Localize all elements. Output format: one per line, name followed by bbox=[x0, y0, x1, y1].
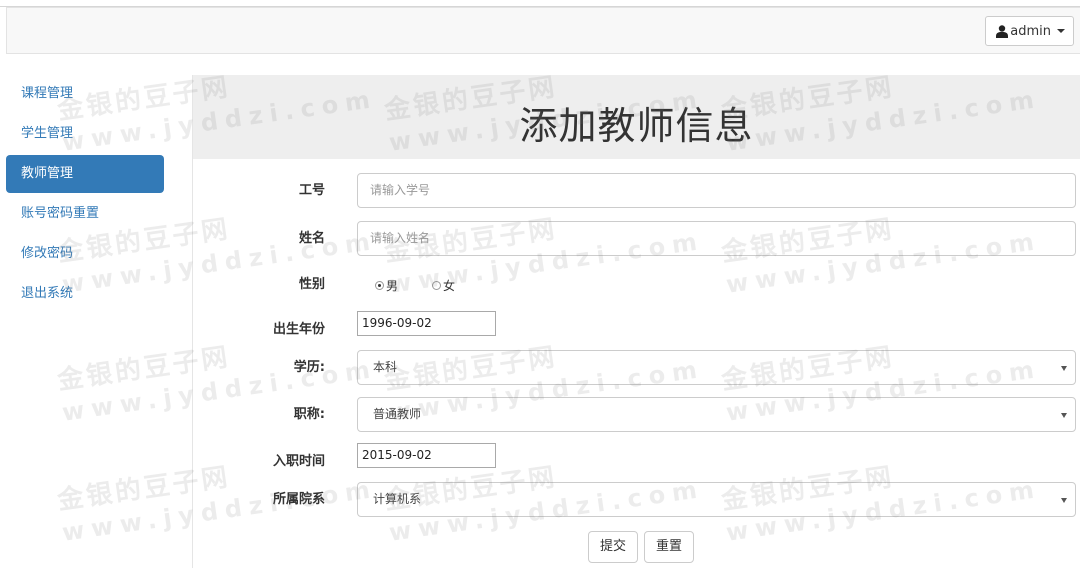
gender-radio-group: 男 女 bbox=[375, 267, 455, 303]
gender-female-radio[interactable] bbox=[432, 280, 442, 290]
form-row-birth: 出生年份 1996-09-02 bbox=[193, 311, 1080, 347]
name-label: 姓名 bbox=[298, 231, 325, 246]
form-row-name: 姓名 请输入姓名 bbox=[193, 221, 1080, 257]
user-menu-label: admin bbox=[1010, 23, 1051, 39]
sidebar-item-course[interactable]: 课程管理 bbox=[6, 75, 164, 113]
sidebar-item-teacher[interactable]: 教师管理 bbox=[6, 155, 164, 193]
gender-label: 性别 bbox=[298, 277, 325, 292]
form-row-id: 工号 请输入学号 bbox=[193, 173, 1080, 209]
sidebar-item-reset-password[interactable]: 账号密码重置 bbox=[6, 195, 164, 233]
id-input[interactable]: 请输入学号 bbox=[357, 173, 1076, 208]
title-select-value: 普通教师 bbox=[373, 407, 422, 421]
form-row-gender: 性别 男 女 bbox=[193, 267, 1080, 303]
submit-button[interactable]: 提交 bbox=[588, 531, 639, 563]
name-input[interactable]: 请输入姓名 bbox=[357, 221, 1076, 256]
title-select[interactable]: 普通教师 bbox=[357, 397, 1076, 432]
sidebar-item-change-password[interactable]: 修改密码 bbox=[6, 235, 164, 273]
hire-label: 入职时间 bbox=[272, 454, 325, 469]
caret-down-icon bbox=[1057, 29, 1065, 33]
top-border bbox=[0, 0, 1080, 7]
sidebar-item-student[interactable]: 学生管理 bbox=[6, 115, 164, 153]
education-label: 学历: bbox=[293, 360, 325, 375]
hire-date-input[interactable]: 2015-09-02 bbox=[357, 443, 496, 468]
education-select[interactable]: 本科 bbox=[357, 350, 1076, 385]
form-row-education: 学历: 本科 bbox=[193, 350, 1080, 386]
form-row-title: 职称: 普通教师 bbox=[193, 397, 1080, 433]
dropdown-arrow-icon bbox=[1061, 366, 1067, 371]
form-row-dept: 所属院系 计算机系 bbox=[193, 482, 1080, 518]
dept-select[interactable]: 计算机系 bbox=[357, 482, 1076, 517]
sidebar-item-logout[interactable]: 退出系统 bbox=[6, 275, 164, 313]
id-label: 工号 bbox=[298, 183, 325, 198]
form-actions: 提交 重置 bbox=[193, 531, 1080, 567]
form-row-hire: 入职时间 2015-09-02 bbox=[193, 443, 1080, 479]
dropdown-arrow-icon bbox=[1061, 498, 1067, 503]
user-icon bbox=[996, 24, 1009, 38]
dropdown-arrow-icon bbox=[1061, 413, 1067, 418]
top-navbar: admin bbox=[6, 7, 1080, 54]
birth-date-input[interactable]: 1996-09-02 bbox=[357, 311, 496, 336]
dept-label: 所属院系 bbox=[272, 492, 325, 507]
dept-select-value: 计算机系 bbox=[373, 492, 422, 506]
birth-label: 出生年份 bbox=[272, 322, 325, 337]
page-header: 添加教师信息 bbox=[193, 75, 1080, 159]
page-title: 添加教师信息 bbox=[519, 104, 754, 148]
education-select-value: 本科 bbox=[373, 360, 398, 374]
reset-button[interactable]: 重置 bbox=[644, 531, 695, 563]
gender-male-label: 男 bbox=[386, 278, 399, 293]
gender-female-label: 女 bbox=[443, 278, 456, 293]
title-label: 职称: bbox=[293, 407, 325, 422]
gender-male-radio[interactable] bbox=[375, 280, 384, 290]
sidebar: 课程管理 学生管理 教师管理 账号密码重置 修改密码 退出系统 bbox=[6, 75, 164, 315]
user-menu-button[interactable]: admin bbox=[985, 16, 1074, 46]
